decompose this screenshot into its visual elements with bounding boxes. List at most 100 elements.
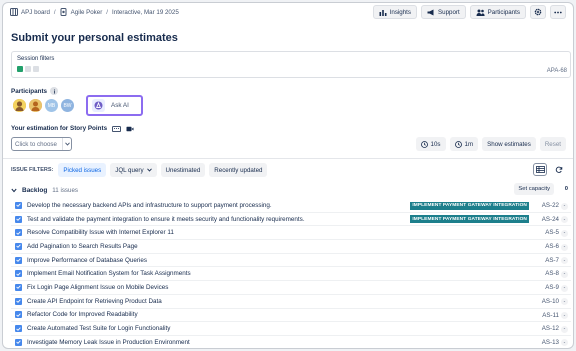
issue-title[interactable]: Improve Performance of Database Queries <box>27 257 147 264</box>
issue-key[interactable]: AS-11 <box>542 312 559 319</box>
set-capacity-label: Set capacity <box>518 186 550 192</box>
user-photo-icon <box>13 99 26 112</box>
refresh-button[interactable] <box>552 163 566 176</box>
session-filters-label: Session filters <box>17 56 55 62</box>
keyboard-icon[interactable] <box>112 125 122 132</box>
insights-button[interactable]: Insights <box>372 5 417 19</box>
estimate-select-placeholder: Click to choose <box>15 140 57 148</box>
backlog-header: Backlog 11 issues Set capacity 0 <box>11 183 571 197</box>
estimate-badge[interactable]: - <box>561 312 568 319</box>
set-capacity-button[interactable]: Set capacity <box>514 183 554 195</box>
table-row[interactable]: Create API Endpoint for Retrieving Produ… <box>11 295 571 309</box>
issue-key[interactable]: AS-7 <box>545 257 559 264</box>
story-icon <box>15 201 22 209</box>
table-row[interactable]: Resolve Compatibility Issue with Interne… <box>11 226 571 241</box>
estimate-badge[interactable]: - <box>561 229 568 237</box>
clock-icon <box>420 140 428 148</box>
breadcrumb-board[interactable]: APJ board <box>10 8 50 16</box>
tab-picked-issues[interactable]: Picked issues <box>58 163 107 177</box>
estimate-badge[interactable]: - <box>561 325 568 333</box>
issue-key[interactable]: AS-24 <box>542 216 559 223</box>
participant-avatars: MB BW <box>13 99 74 112</box>
story-icon <box>15 325 22 333</box>
support-button[interactable]: Support <box>421 5 466 19</box>
chevron-down-icon[interactable] <box>11 188 17 193</box>
estimate-badge[interactable]: - <box>561 270 568 278</box>
issue-key[interactable]: AS-8 <box>545 270 559 277</box>
ask-ai-button[interactable]: Ask AI <box>86 95 143 116</box>
story-icon <box>15 242 22 250</box>
participants-label: Participants <box>487 8 520 16</box>
issue-title[interactable]: Develop the necessary backend APIs and i… <box>27 202 272 209</box>
issue-key[interactable]: AS-9 <box>545 284 559 291</box>
table-row[interactable]: Add Pagination to Search Results Page AS-… <box>11 240 571 254</box>
people-icon <box>476 9 485 16</box>
issue-title[interactable]: Resolve Compatibility Issue with Interne… <box>27 229 174 236</box>
issue-title[interactable]: Create Automated Test Suite for Login Fu… <box>27 325 170 332</box>
capacity-value: 0 <box>564 186 568 192</box>
story-icon <box>15 229 22 237</box>
issue-filters-label: ISSUE FILTERS: <box>11 167 54 173</box>
issue-key[interactable]: AS-6 <box>545 243 559 250</box>
session-issue-key: APA-68 <box>546 68 567 74</box>
table-row[interactable]: Refactor Code for Improved Readability AS… <box>11 309 571 323</box>
estimate-badge[interactable]: - <box>561 202 568 210</box>
show-estimates-button[interactable]: Show estimates <box>482 137 536 151</box>
filter-chip[interactable] <box>33 66 39 72</box>
estimate-badge[interactable]: - <box>561 298 568 306</box>
clock-icon <box>454 140 462 148</box>
tab-jql-query[interactable]: JQL query <box>110 163 157 177</box>
timer-1m-button[interactable]: 1m <box>449 137 479 151</box>
estimate-badge[interactable]: - <box>561 216 568 224</box>
ask-ai-label: Ask AI <box>111 102 129 109</box>
support-label: Support <box>438 8 460 16</box>
table-row[interactable]: Develop the necessary backend APIs and i… <box>11 199 571 213</box>
estimate-badge[interactable]: - <box>561 284 568 292</box>
issue-title[interactable]: Test and validate the payment integratio… <box>27 216 305 223</box>
issue-title[interactable]: Refactor Code for Improved Readability <box>27 311 138 318</box>
estimate-badge[interactable]: - <box>561 257 568 265</box>
issue-list: Develop the necessary backend APIs and i… <box>11 199 571 348</box>
tab-jql-query-label: JQL query <box>115 166 144 174</box>
timer-10s-button[interactable]: 10s <box>415 137 446 151</box>
tab-recently-updated[interactable]: Recently updated <box>209 163 268 177</box>
more-button[interactable] <box>550 5 566 19</box>
avatar[interactable] <box>13 99 26 112</box>
settings-button[interactable] <box>530 5 546 19</box>
avatar[interactable] <box>29 99 42 112</box>
reset-button[interactable]: Reset <box>539 137 566 151</box>
filter-chip[interactable] <box>17 66 23 72</box>
issue-title[interactable]: Implement Email Notification System for … <box>27 270 191 277</box>
story-icon <box>15 311 22 319</box>
estimate-select[interactable]: Click to choose <box>11 137 72 151</box>
issue-key[interactable]: AS-12 <box>542 325 559 332</box>
filter-chip[interactable] <box>25 66 31 72</box>
session-filters-panel: Session filters APA-68 <box>11 51 571 78</box>
issue-title[interactable]: Investigate Memory Leak Issue in Product… <box>27 339 190 346</box>
issue-title[interactable]: Add Pagination to Search Results Page <box>27 243 138 250</box>
tab-unestimated[interactable]: Unestimated <box>160 163 206 177</box>
participants-button[interactable]: Participants <box>469 5 526 19</box>
table-row[interactable]: Improve Performance of Database Queries A… <box>11 254 571 268</box>
info-icon[interactable] <box>50 87 59 95</box>
table-row[interactable]: Create Automated Test Suite for Login Fu… <box>11 322 571 336</box>
table-row[interactable]: Test and validate the payment integratio… <box>11 213 571 227</box>
avatar[interactable]: BW <box>61 99 74 112</box>
table-row[interactable]: Implement Email Notification System for … <box>11 267 571 282</box>
issue-key[interactable]: AS-10 <box>542 298 559 305</box>
issue-key[interactable]: AS-22 <box>542 202 559 209</box>
issue-title[interactable]: Create API Endpoint for Retrieving Produ… <box>27 298 162 305</box>
issue-key[interactable]: AS-13 <box>542 339 559 346</box>
avatar[interactable]: MB <box>45 99 58 112</box>
table-row[interactable]: Investigate Memory Leak Issue in Product… <box>11 336 571 348</box>
estimate-badge[interactable]: - <box>561 243 568 251</box>
breadcrumb-project[interactable]: Agile Poker <box>60 8 102 16</box>
video-icon[interactable] <box>126 126 134 132</box>
session-filter-chips[interactable] <box>17 66 565 72</box>
estimate-badge[interactable]: - <box>561 339 568 347</box>
issue-filters-bar: ISSUE FILTERS: Picked issues JQL query U… <box>11 163 268 177</box>
issue-title[interactable]: Fix Login Page Alignment Issue on Mobile… <box>27 284 168 291</box>
table-row[interactable]: Fix Login Page Alignment Issue on Mobile… <box>11 281 571 295</box>
issue-key[interactable]: AS-5 <box>545 229 559 236</box>
table-view-button[interactable] <box>533 163 547 176</box>
